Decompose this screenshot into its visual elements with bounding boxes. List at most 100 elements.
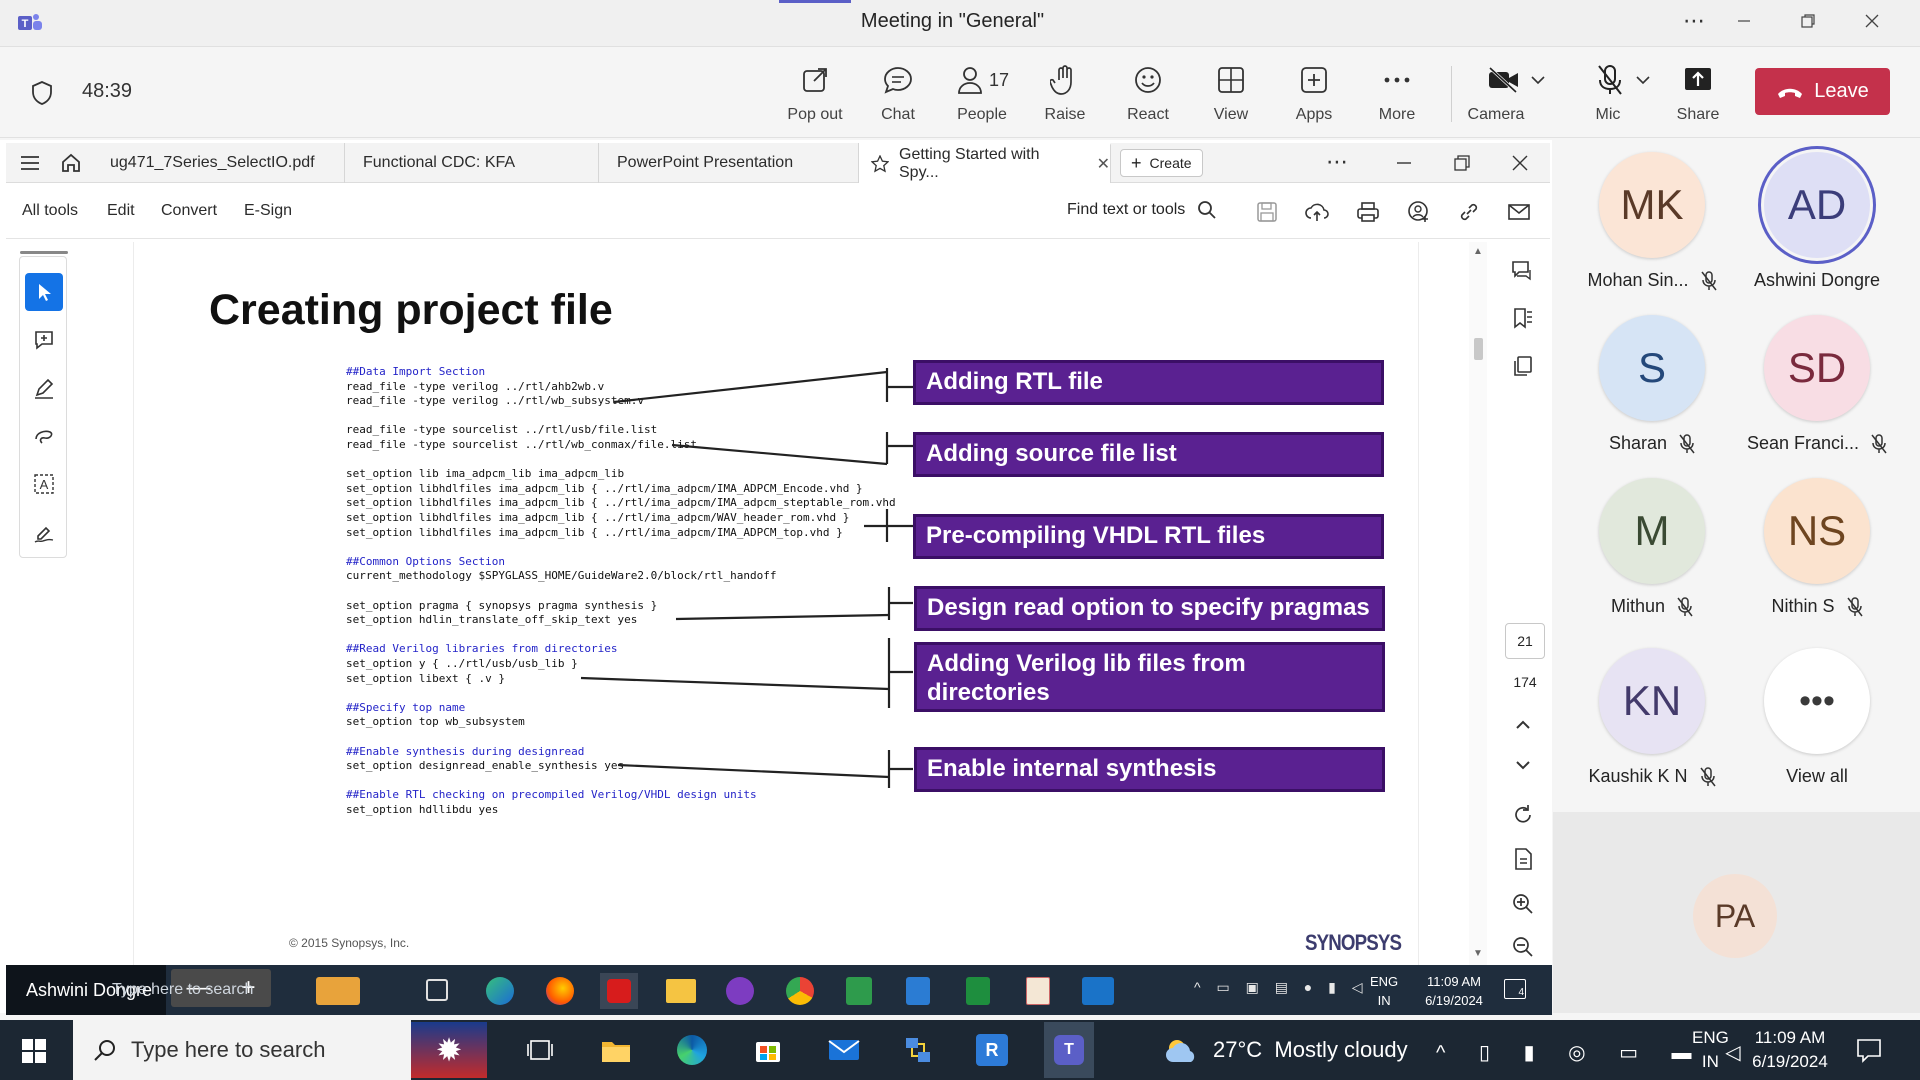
close-window-button[interactable] xyxy=(1840,13,1904,29)
home-icon[interactable] xyxy=(60,152,82,174)
find-text-tools[interactable]: Find text or tools xyxy=(1067,200,1217,220)
page-fit-icon[interactable] xyxy=(1512,847,1534,871)
teams-taskbar-icon[interactable]: T xyxy=(1044,1022,1094,1078)
remote-excel-icon[interactable] xyxy=(966,977,990,1005)
acrobat-close-icon[interactable] xyxy=(1512,155,1528,171)
restore-button[interactable] xyxy=(1776,13,1840,29)
store-icon[interactable] xyxy=(748,1030,788,1070)
highlight-tool[interactable] xyxy=(25,369,63,407)
taskbar-search-box[interactable]: Type here to search xyxy=(73,1020,411,1080)
task-view-icon[interactable] xyxy=(520,1030,560,1070)
sign-tool[interactable] xyxy=(25,513,63,551)
save-icon[interactable] xyxy=(1256,201,1278,223)
print-icon[interactable] xyxy=(1356,201,1380,223)
remote-chrome-icon[interactable] xyxy=(786,977,814,1005)
remote-word-icon[interactable] xyxy=(906,977,930,1005)
pop-out-button[interactable]: Pop out xyxy=(775,62,855,124)
participant-tile[interactable]: SD Sean Franci... xyxy=(1732,315,1902,454)
raise-hand-button[interactable]: Raise xyxy=(1025,62,1105,124)
remote-mail-icon[interactable] xyxy=(1082,977,1114,1005)
draw-tool[interactable] xyxy=(25,417,63,455)
mic-button[interactable]: Mic xyxy=(1578,62,1668,124)
taskbar-clock[interactable]: 11:09 AM 6/19/2024 xyxy=(1740,1026,1840,1074)
scroll-down-icon[interactable]: ▼ xyxy=(1473,948,1483,959)
remote-desktop-icon[interactable]: R xyxy=(972,1030,1012,1070)
pdf-scrollbar[interactable]: ▲ ▼ xyxy=(1469,242,1487,965)
action-center-icon[interactable] xyxy=(1856,1037,1882,1063)
remote-explorer-icon[interactable] xyxy=(666,979,696,1003)
tab-functional-cdc[interactable]: Functional CDC: KFA xyxy=(345,143,599,183)
remote-firefox-icon[interactable] xyxy=(546,977,574,1005)
close-tab-icon[interactable]: ✕ xyxy=(1097,154,1110,174)
camera-chevron-icon[interactable] xyxy=(1531,75,1545,85)
file-explorer-icon[interactable] xyxy=(596,1030,636,1070)
cloud-upload-icon[interactable] xyxy=(1305,201,1329,223)
menu-edit[interactable]: Edit xyxy=(107,202,135,220)
mail-icon[interactable] xyxy=(824,1030,864,1070)
remote-app-briefcase-icon[interactable] xyxy=(316,977,360,1005)
self-view[interactable]: PA xyxy=(1553,812,1920,1013)
remote-notification-icon[interactable]: 4 xyxy=(1504,979,1526,999)
react-button[interactable]: React xyxy=(1108,62,1188,124)
page-number-input[interactable]: 21 xyxy=(1505,623,1545,659)
participant-tile[interactable]: MK Mohan Sin... xyxy=(1567,152,1737,291)
search-highlight-icon[interactable]: ✹ xyxy=(411,1022,487,1078)
pages-icon[interactable] xyxy=(1512,355,1534,377)
camera-button[interactable]: Camera xyxy=(1466,62,1566,124)
chat-button[interactable]: Chat xyxy=(858,62,938,124)
select-tool[interactable] xyxy=(25,273,63,311)
acrobat-restore-icon[interactable] xyxy=(1454,155,1470,171)
participant-tile[interactable]: M Mithun xyxy=(1567,478,1737,617)
more-button[interactable]: More xyxy=(1357,62,1437,124)
remote-task-view-icon[interactable] xyxy=(426,979,448,1001)
comments-panel-icon[interactable] xyxy=(1511,259,1533,281)
zoom-out-icon[interactable] xyxy=(1512,936,1534,958)
remote-edge-icon[interactable] xyxy=(486,977,514,1005)
share-user-icon[interactable] xyxy=(1407,200,1431,224)
remote-app-mask-icon[interactable] xyxy=(726,977,754,1005)
tab-powerpoint[interactable]: PowerPoint Presentation xyxy=(599,143,859,183)
apps-button[interactable]: Apps xyxy=(1274,62,1354,124)
remote-app-chart-icon[interactable] xyxy=(846,977,872,1005)
create-button[interactable]: + Create xyxy=(1120,149,1203,177)
scroll-thumb[interactable] xyxy=(1474,338,1483,360)
acrobat-minimize-icon[interactable] xyxy=(1396,155,1412,171)
participant-tile[interactable]: S Sharan xyxy=(1567,315,1737,454)
view-all-card[interactable]: ••• View all xyxy=(1732,648,1902,787)
page-up-icon[interactable] xyxy=(1515,720,1531,730)
star-icon[interactable] xyxy=(871,155,889,173)
weather-text[interactable]: 27°C Mostly cloudy xyxy=(1213,1037,1408,1063)
windows-start-icon[interactable] xyxy=(22,1039,46,1063)
people-button[interactable]: 17 People xyxy=(942,62,1022,124)
add-comment-tool[interactable] xyxy=(25,321,63,359)
email-icon[interactable] xyxy=(1507,202,1531,222)
menu-esign[interactable]: E-Sign xyxy=(244,202,292,220)
remote-acrobat-active[interactable] xyxy=(600,973,638,1009)
bookmarks-icon[interactable] xyxy=(1512,307,1534,329)
participant-tile[interactable]: AD Ashwini Dongre xyxy=(1732,152,1902,291)
edge-icon[interactable] xyxy=(672,1030,712,1070)
remote-clock[interactable]: 11:09 AM 6/19/2024 xyxy=(1414,972,1494,1010)
participant-tile[interactable]: NS Nithin S xyxy=(1732,478,1902,617)
text-box-tool[interactable]: A xyxy=(25,465,63,503)
zoom-in-icon[interactable] xyxy=(1512,893,1534,915)
page-down-icon[interactable] xyxy=(1515,760,1531,770)
hamburger-menu-icon[interactable] xyxy=(20,154,40,172)
taskbar-lang[interactable]: ENG IN xyxy=(1692,1026,1729,1074)
mic-chevron-icon[interactable] xyxy=(1636,75,1650,85)
more-options-icon[interactable]: ⋯ xyxy=(1676,8,1712,34)
view-button[interactable]: View xyxy=(1191,62,1271,124)
tab-ug471[interactable]: ug471_7Series_SelectIO.pdf xyxy=(92,143,345,183)
minimize-button[interactable] xyxy=(1712,13,1776,29)
leave-button[interactable]: Leave xyxy=(1755,68,1890,115)
remote-lang[interactable]: ENG IN xyxy=(1370,972,1398,1010)
link-icon[interactable] xyxy=(1458,201,1480,223)
remote-tray-icons[interactable]: ^ ▭ ▣ ▤ ● ▮ ◁ xyxy=(1194,979,1369,996)
tab-getting-started[interactable]: Getting Started with Spy... ✕ xyxy=(859,143,1111,183)
rotate-icon[interactable] xyxy=(1512,804,1534,826)
scroll-up-icon[interactable]: ▲ xyxy=(1473,246,1483,257)
participant-tile[interactable]: KN Kaushik K N xyxy=(1567,648,1737,787)
menu-convert[interactable]: Convert xyxy=(161,202,217,220)
network-app-icon[interactable] xyxy=(898,1030,938,1070)
share-button[interactable]: Share xyxy=(1658,62,1738,124)
